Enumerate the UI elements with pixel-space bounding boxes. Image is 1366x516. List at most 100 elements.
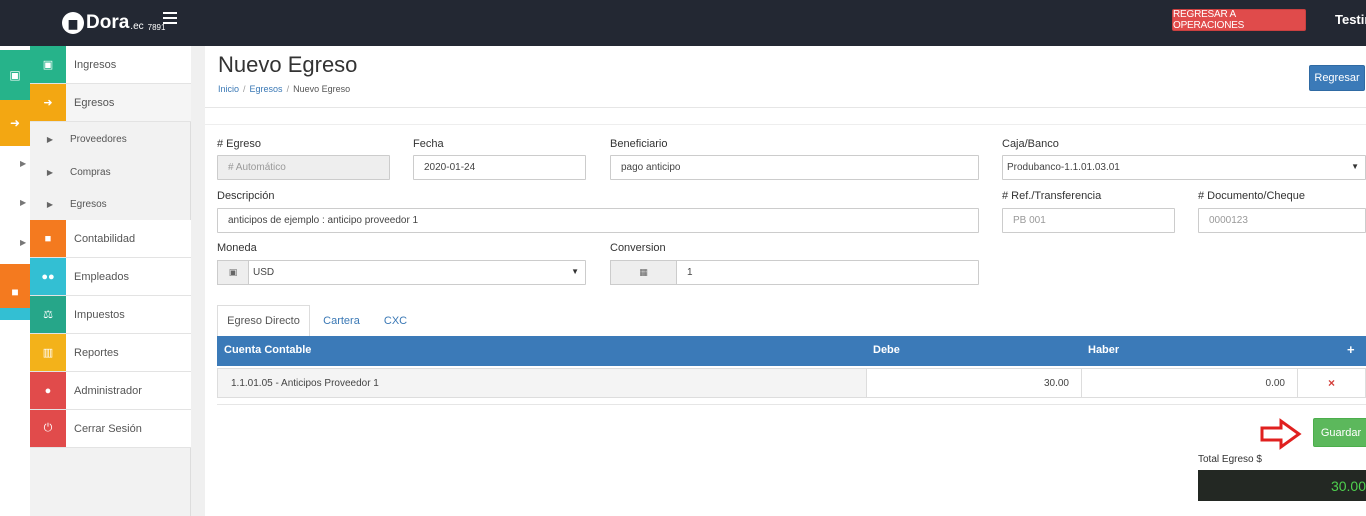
fecha-input[interactable]: 2020-01-24 [413,155,586,180]
moneda-label: Moneda [217,242,257,254]
ref-transferencia-label: # Ref./Transferencia [1002,190,1102,202]
descripcion-input[interactable]: anticipos de ejemplo : anticipo proveedo… [217,208,979,233]
tab-cxc[interactable]: CXC [373,305,418,337]
sign-in-icon: ➜ [30,84,66,121]
sidebar-item-impuestos[interactable]: ⚖ Impuestos [30,296,191,334]
ref-transferencia-input[interactable]: PB 001 [1002,208,1175,233]
sidebar-item-administrador[interactable]: ● Administrador [30,372,191,410]
brand-logo[interactable]: ▆ Dora .ec 7891 [62,12,165,34]
sidebar-subitem-label: Proveedores [70,133,127,145]
table-header: Cuenta Contable Debe Haber + [217,336,1366,366]
page-title: Nuevo Egreso [218,52,358,77]
strip-accent [0,308,30,320]
main-content: Nuevo Egreso Inicio / Egresos / Nuevo Egreso… [205,46,1366,516]
sidebar-subitem-label: Compras [70,166,111,178]
breadcrumb-egresos[interactable]: Egresos [250,84,283,94]
caret-right-icon[interactable]: ▶ [20,159,26,168]
moneda-select[interactable]: USD ▼ [248,260,586,285]
beneficiario-input[interactable]: pago anticipo [610,155,979,180]
brand-suffix: .ec [130,20,144,32]
sidebar-item-label: Contabilidad [74,232,136,245]
chevron-down-icon: ▼ [1351,162,1359,171]
conversion-input[interactable]: 1 [676,260,979,285]
power-icon: ⏻ [30,410,66,447]
money-icon[interactable]: ▣ [0,50,30,100]
caja-banco-select[interactable]: Produbanco-1.1.01.03.01 ▼ [1002,155,1366,180]
breadcrumb-current: Nuevo Egreso [293,84,351,94]
sidebar-item-cerrar-sesion[interactable]: ⏻ Cerrar Sesión [30,410,191,448]
egreso-number-label: # Egreso [217,138,262,150]
sidebar-item-label: Cerrar Sesión [74,422,142,435]
sidebar-subitem-label: Egresos [70,198,107,210]
tab-egreso-directo[interactable]: Egreso Directo [217,305,310,337]
caret-right-icon: ▶ [46,167,54,177]
caret-right-icon: ▶ [46,134,54,144]
sidebar-item-label: Egresos [74,96,115,109]
moneda-value: USD [253,267,275,278]
sidebar-item-label: Impuestos [74,308,125,321]
page-header: Nuevo Egreso Inicio / Egresos / Nuevo Egreso… [205,46,1366,108]
beneficiario-label: Beneficiario [610,138,668,150]
money-icon: ▣ [30,46,66,83]
total-egreso-value: 30.00 [1198,470,1366,501]
user-menu[interactable]: Testin [1335,12,1366,27]
sidebar-item-contabilidad[interactable]: ■ Contabilidad [30,220,191,258]
sidebar-item-empleados[interactable]: ●● Empleados [30,258,191,296]
conversion-label: Conversion [610,242,666,254]
chart-logo-icon: ▆ [62,12,84,34]
sidebar-subitem-compras[interactable]: ▶ Compras [30,156,191,188]
sidebar-item-label: Ingresos [74,58,117,71]
user-icon: ● [30,372,66,409]
bar-chart-icon: ▥ [30,334,66,371]
money-icon: ▣ [217,260,249,285]
sidebar-item-label: Empleados [74,270,130,283]
balance-scale-icon: ⚖ [30,296,66,333]
column-header-haber: Haber [1088,344,1120,356]
egreso-form: # Egreso Fecha Beneficiario Caja/Banco #… [205,124,1366,516]
caret-right-icon: ▶ [46,199,54,209]
caja-banco-label: Caja/Banco [1002,138,1059,150]
caret-right-icon[interactable]: ▶ [20,198,26,207]
column-header-cuenta: Cuenta Contable [224,344,312,356]
sidebar-subitem-egresos[interactable]: ▶ Egresos [30,188,191,220]
caja-banco-value: Produbanco-1.1.01.03.01 [1007,162,1120,173]
sidebar-subitem-proveedores[interactable]: ▶ Proveedores [30,123,191,155]
sign-in-icon[interactable]: ➜ [0,100,30,146]
descripcion-label: Descripción [217,190,275,202]
documento-cheque-input[interactable]: 0000123 [1198,208,1366,233]
sidebar-item-ingresos[interactable]: ▣ Ingresos [30,46,191,84]
briefcase-icon: ■ [30,220,66,257]
sidebar-item-label: Reportes [74,346,119,359]
cuenta-contable-cell[interactable]: 1.1.01.05 - Anticipos Proveedor 1 [218,369,867,397]
brand-name: Dora [86,12,130,33]
back-button[interactable]: Regresar [1309,65,1365,91]
top-navbar: ▆ Dora .ec 7891 REGRESAR A OPERACIONES T… [0,0,1366,46]
users-icon: ●● [30,258,66,295]
add-row-icon[interactable]: + [1347,342,1355,357]
sidebar: ▣ Ingresos ➜ Egresos ▶ Proveedores ▶ Com… [30,46,191,516]
chevron-down-icon: ▼ [571,267,579,276]
sidebar-item-label: Administrador [74,384,142,397]
arrow-right-icon [1260,418,1302,450]
haber-cell[interactable]: 0.00 [1082,369,1298,397]
hamburger-menu-icon[interactable] [163,12,177,24]
fecha-label: Fecha [413,138,444,150]
caret-right-icon[interactable]: ▶ [20,238,26,247]
column-header-debe: Debe [873,344,900,356]
documento-cheque-label: # Documento/Cheque [1198,190,1306,202]
breadcrumb: Inicio / Egresos / Nuevo Egreso [218,84,351,94]
sidebar-item-egresos[interactable]: ➜ Egresos [30,84,191,122]
breadcrumb-inicio[interactable]: Inicio [218,84,239,94]
egreso-number-input[interactable]: # Automático [217,155,390,180]
save-button[interactable]: Guardar [1313,418,1366,447]
calculator-icon: ▦ [610,260,677,285]
table-divider [217,404,1366,405]
total-egreso-label: Total Egreso $ [1198,454,1262,465]
delete-row-icon[interactable]: × [1298,369,1365,397]
sidebar-item-reportes[interactable]: ▥ Reportes [30,334,191,372]
back-to-operations-button[interactable]: REGRESAR A OPERACIONES [1172,9,1306,31]
table-row: 1.1.01.05 - Anticipos Proveedor 1 30.00 … [217,368,1366,398]
icon-strip: ▣ ➜ ▶ ▶ ▶ ■ [0,46,30,516]
debe-cell[interactable]: 30.00 [867,369,1082,397]
tab-cartera[interactable]: Cartera [315,305,368,337]
